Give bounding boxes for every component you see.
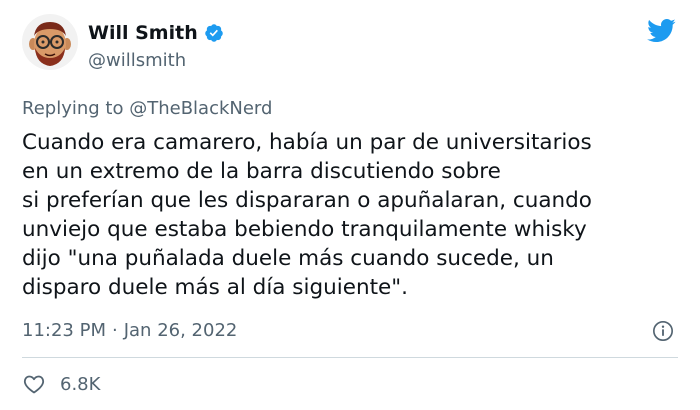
info-icon[interactable] <box>652 320 674 342</box>
reply-mention-link[interactable]: @TheBlackNerd <box>129 98 272 119</box>
tweet-card: Will Smith @willsmith Replying to @TheBl… <box>0 0 700 410</box>
reply-context: Replying to @TheBlackNerd <box>22 98 272 119</box>
tweet-timestamp[interactable]: 11:23 PM · Jan 26, 2022 <box>22 320 237 341</box>
avatar[interactable] <box>22 14 78 70</box>
tweet-date[interactable]: Jan 26, 2022 <box>124 320 238 341</box>
timestamp-separator: · <box>111 320 118 341</box>
like-action[interactable]: 6.8K <box>22 372 100 396</box>
cartoon-face-avatar-icon <box>22 14 78 70</box>
verified-badge-icon <box>204 24 223 42</box>
author-display-name[interactable]: Will Smith <box>88 22 198 44</box>
twitter-bird-icon[interactable] <box>646 18 676 43</box>
divider <box>22 357 678 358</box>
author-handle[interactable]: @willsmith <box>88 50 186 71</box>
like-count: 6.8K <box>60 373 101 395</box>
reply-prefix: Replying to <box>22 98 124 119</box>
author-name-row[interactable]: Will Smith <box>88 22 224 44</box>
tweet-time[interactable]: 11:23 PM <box>22 320 106 341</box>
tweet-text: Cuando era camarero, había un par de uni… <box>22 130 592 300</box>
heart-icon[interactable] <box>22 372 46 396</box>
